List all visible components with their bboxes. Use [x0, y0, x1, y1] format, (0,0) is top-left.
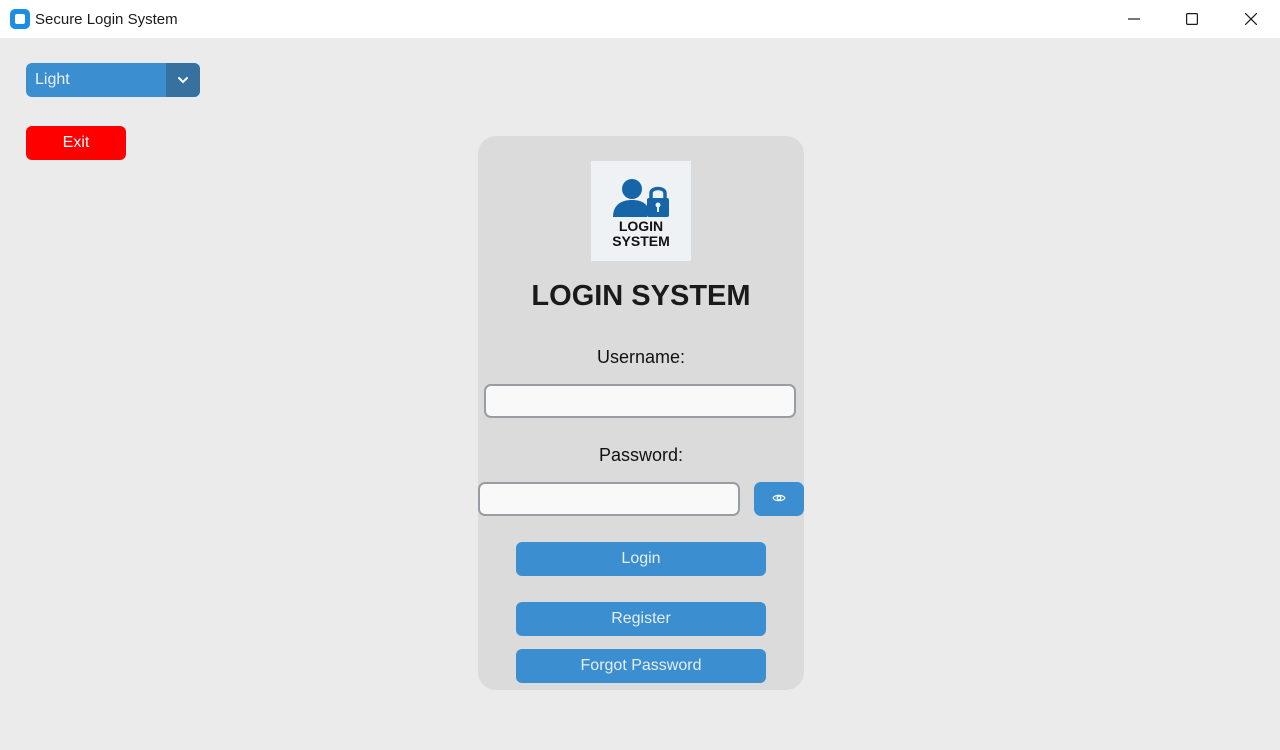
password-input[interactable]: [478, 482, 740, 516]
login-button[interactable]: Login: [516, 542, 766, 576]
username-input[interactable]: [484, 384, 796, 418]
maximize-icon: [1186, 13, 1198, 25]
close-button[interactable]: [1222, 0, 1280, 38]
minimize-button[interactable]: [1105, 0, 1163, 38]
minimize-icon: [1128, 18, 1140, 20]
chevron-down-icon: [178, 77, 188, 84]
exit-button[interactable]: Exit: [26, 126, 126, 160]
logo-text-line1: LOGIN: [618, 218, 664, 234]
app-icon: [10, 9, 30, 29]
show-password-button[interactable]: [754, 482, 804, 516]
login-card: LOGIN SYSTEM LOGIN SYSTEM Username: Pass…: [478, 136, 804, 690]
logo-text-line2: SYSTEM: [612, 233, 670, 249]
title-bar: Secure Login System: [0, 0, 1280, 38]
user-lock-icon: [613, 179, 669, 217]
window-title: Secure Login System: [35, 11, 178, 28]
forgot-password-button[interactable]: Forgot Password: [516, 649, 766, 683]
close-icon: [1245, 13, 1257, 25]
theme-dropdown-arrow[interactable]: [166, 63, 200, 97]
theme-dropdown-value: Light: [35, 71, 70, 88]
logo-text: LOGIN SYSTEM: [591, 219, 691, 249]
login-logo: LOGIN SYSTEM: [591, 161, 691, 261]
page-title: LOGIN SYSTEM: [531, 280, 751, 312]
register-button[interactable]: Register: [516, 602, 766, 636]
username-label: Username:: [596, 347, 686, 367]
main-area: Light Exit LOGIN SYSTEM LOGIN SYSTEM Use…: [0, 38, 1280, 750]
password-label: Password:: [598, 445, 684, 465]
eye-icon: [772, 494, 786, 502]
maximize-button[interactable]: [1163, 0, 1221, 38]
theme-dropdown[interactable]: Light: [26, 63, 200, 97]
